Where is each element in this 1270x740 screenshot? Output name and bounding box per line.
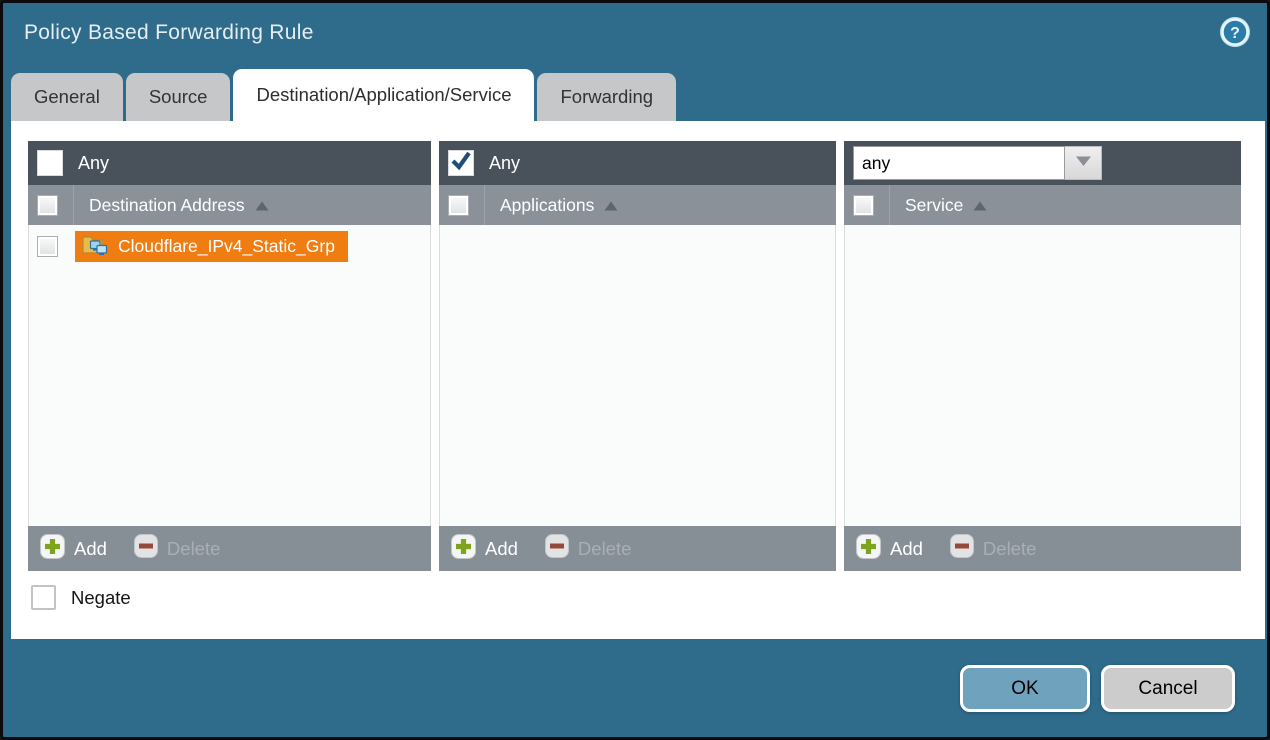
help-glyph: ? — [1230, 25, 1240, 42]
selector-columns: Any Destination Address — [28, 141, 1241, 571]
header-divider — [889, 185, 890, 225]
service-add-button[interactable]: Add — [856, 534, 923, 564]
negate-row: Negate — [31, 585, 131, 610]
table-row: Cloudflare_IPv4_Static_Grp — [29, 225, 430, 262]
destination-header-label: Destination Address — [89, 195, 245, 216]
applications-any-label: Any — [489, 153, 520, 174]
tab-content: Any Destination Address — [11, 121, 1265, 639]
tab-source[interactable]: Source — [126, 73, 231, 121]
delete-label: Delete — [167, 538, 220, 560]
destination-column: Any Destination Address — [28, 141, 431, 571]
delete-label: Delete — [983, 538, 1036, 560]
service-dropdown-bar: any — [844, 141, 1241, 185]
help-icon[interactable]: ? — [1219, 16, 1251, 48]
destination-column-header[interactable]: Destination Address — [89, 195, 269, 216]
tab-destination-application-service[interactable]: Destination/Application/Service — [233, 69, 534, 121]
service-dropdown: any — [853, 146, 1102, 180]
destination-any-label: Any — [78, 153, 109, 174]
chevron-down-icon — [1075, 154, 1092, 172]
add-label: Add — [485, 538, 518, 560]
applications-any-checkbox[interactable] — [448, 150, 474, 176]
destination-add-button[interactable]: Add — [40, 534, 107, 564]
checkmark-icon — [450, 150, 472, 177]
applications-header-label: Applications — [500, 195, 594, 216]
sort-ascending-icon — [255, 195, 269, 216]
tab-forwarding[interactable]: Forwarding — [537, 73, 676, 121]
add-label: Add — [74, 538, 107, 560]
destination-list: Cloudflare_IPv4_Static_Grp — [28, 225, 431, 526]
header-divider — [484, 185, 485, 225]
applications-select-all-checkbox[interactable] — [448, 195, 469, 216]
applications-add-button[interactable]: Add — [451, 534, 518, 564]
ok-button[interactable]: OK — [960, 665, 1090, 712]
service-list — [844, 225, 1241, 526]
tab-general[interactable]: General — [11, 73, 123, 121]
destination-select-all-checkbox[interactable] — [37, 195, 58, 216]
destination-item-chip[interactable]: Cloudflare_IPv4_Static_Grp — [75, 231, 348, 262]
header-divider — [73, 185, 74, 225]
negate-label: Negate — [71, 587, 131, 609]
service-footer-bar: Add Delete — [844, 526, 1241, 571]
destination-any-bar: Any — [28, 141, 431, 185]
policy-forwarding-dialog: Policy Based Forwarding Rule ? General S… — [0, 0, 1270, 740]
service-header-bar: Service — [844, 185, 1241, 225]
service-select-all-checkbox[interactable] — [853, 195, 874, 216]
applications-list — [439, 225, 836, 526]
service-header-label: Service — [905, 195, 963, 216]
add-plus-icon — [451, 534, 476, 564]
add-plus-icon — [856, 534, 881, 564]
add-label: Add — [890, 538, 923, 560]
destination-any-checkbox[interactable] — [37, 150, 63, 176]
destination-item-label: Cloudflare_IPv4_Static_Grp — [118, 236, 335, 257]
service-column-header[interactable]: Service — [905, 195, 987, 216]
applications-column-header[interactable]: Applications — [500, 195, 618, 216]
applications-column: Any Applications — [439, 141, 836, 571]
address-group-icon — [82, 233, 109, 261]
applications-header-bar: Applications — [439, 185, 836, 225]
sort-ascending-icon — [973, 195, 987, 216]
applications-delete-button[interactable]: Delete — [545, 534, 631, 563]
delete-minus-icon — [950, 534, 974, 563]
service-dropdown-button[interactable] — [1065, 146, 1102, 180]
destination-footer-bar: Add Delete — [28, 526, 431, 571]
delete-label: Delete — [578, 538, 631, 560]
negate-checkbox[interactable] — [31, 585, 56, 610]
service-dropdown-value[interactable]: any — [853, 146, 1065, 180]
delete-minus-icon — [134, 534, 158, 563]
service-delete-button[interactable]: Delete — [950, 534, 1036, 563]
cancel-button[interactable]: Cancel — [1101, 665, 1235, 712]
tab-bar: General Source Destination/Application/S… — [11, 69, 676, 121]
destination-header-bar: Destination Address — [28, 185, 431, 225]
destination-delete-button[interactable]: Delete — [134, 534, 220, 563]
service-column: any Service — [844, 141, 1241, 571]
add-plus-icon — [40, 534, 65, 564]
destination-item-checkbox[interactable] — [37, 236, 58, 257]
applications-footer-bar: Add Delete — [439, 526, 836, 571]
delete-minus-icon — [545, 534, 569, 563]
dialog-title: Policy Based Forwarding Rule — [24, 21, 314, 45]
applications-any-bar: Any — [439, 141, 836, 185]
sort-ascending-icon — [604, 195, 618, 216]
